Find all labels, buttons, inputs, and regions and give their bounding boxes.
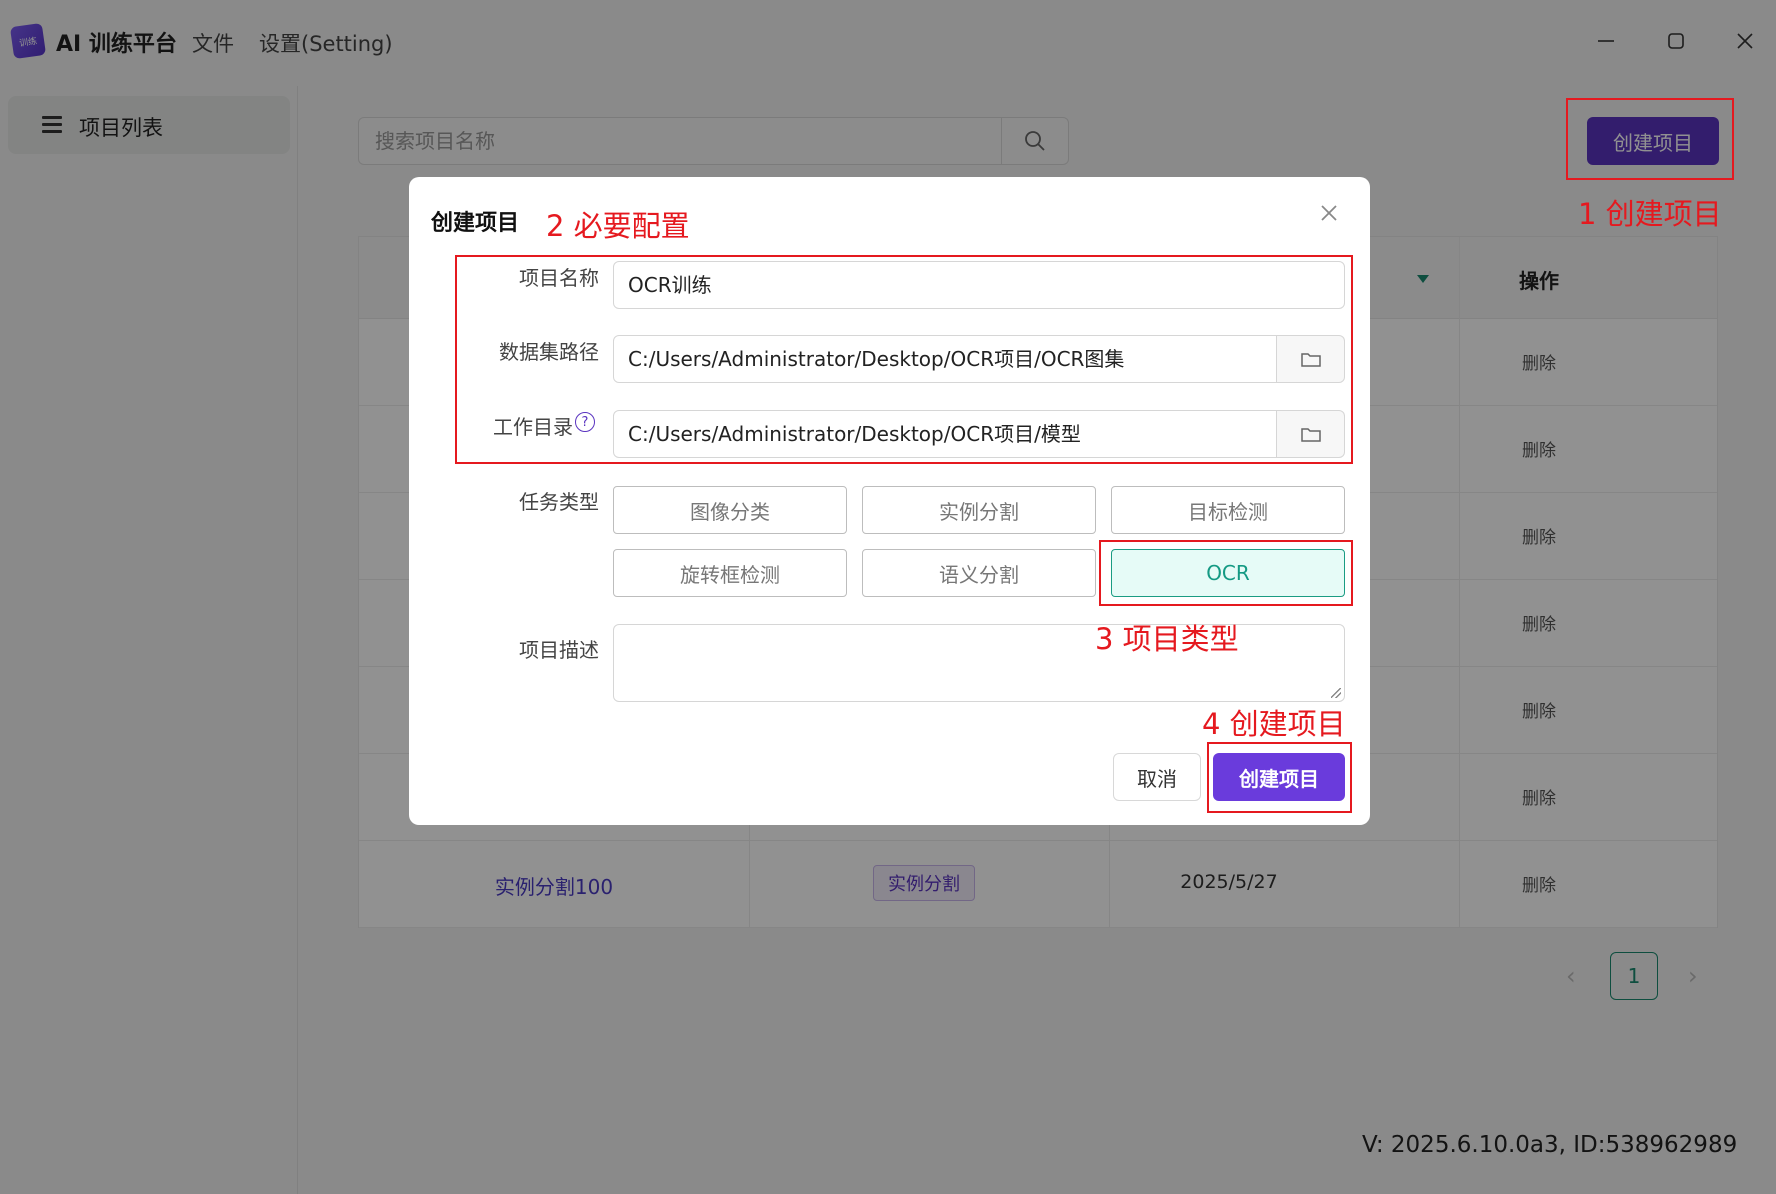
task-type-rotated-box-detection[interactable]: 旋转框检测 xyxy=(613,549,847,597)
task-type-label: 任务类型 xyxy=(519,490,599,514)
description-label: 项目描述 xyxy=(519,638,599,662)
resize-grip-icon[interactable] xyxy=(1331,688,1341,698)
annotation-box-step2 xyxy=(455,255,1353,464)
annotation-step1: 1 创建项目 xyxy=(1578,197,1722,231)
annotation-box-step1 xyxy=(1566,98,1734,180)
annotation-step4: 4 创建项目 xyxy=(1202,707,1346,741)
close-icon xyxy=(1321,205,1337,221)
annotation-step2: 2 必要配置 xyxy=(546,209,690,243)
dialog-title: 创建项目 xyxy=(431,211,520,236)
annotation-box-step4 xyxy=(1207,742,1352,813)
task-type-image-classification[interactable]: 图像分类 xyxy=(613,486,847,534)
task-type-instance-segmentation[interactable]: 实例分割 xyxy=(862,486,1096,534)
annotation-box-step3 xyxy=(1099,540,1353,606)
annotation-step3: 3 项目类型 xyxy=(1095,622,1239,656)
task-type-semantic-segmentation[interactable]: 语义分割 xyxy=(862,549,1096,597)
dialog-close-button[interactable] xyxy=(1320,199,1338,229)
task-type-object-detection[interactable]: 目标检测 xyxy=(1111,486,1345,534)
cancel-button[interactable]: 取消 xyxy=(1113,753,1201,801)
